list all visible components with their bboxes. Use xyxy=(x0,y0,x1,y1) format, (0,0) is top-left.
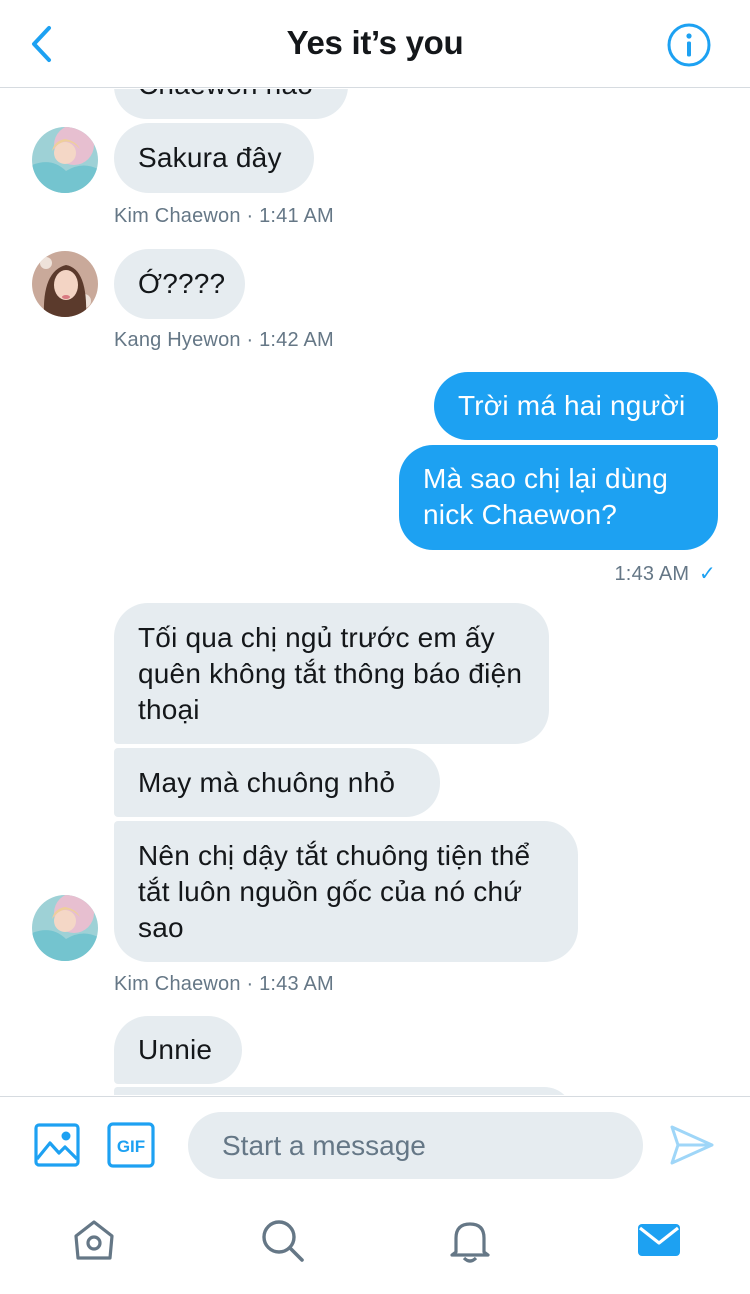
home-icon xyxy=(74,1220,114,1260)
message-text: Tối qua chị ngủ trước em ấy quên không t… xyxy=(138,622,523,725)
add-photo-button[interactable] xyxy=(33,1121,83,1171)
message-list[interactable]: Chaewon nào Sakura đây Kim Chaewon · 1:4… xyxy=(0,89,750,1095)
message-input[interactable] xyxy=(188,1112,643,1179)
message-composer: GIF xyxy=(0,1096,750,1196)
message-meta: Kang Hyewon · 1:42 AM xyxy=(114,329,334,351)
info-icon xyxy=(667,23,711,67)
tab-search[interactable] xyxy=(258,1216,306,1264)
message-text: Mà sao chị lại dùng nick Chaewon? xyxy=(423,463,669,530)
message-bubble[interactable]: May mà chuông nhỏ xyxy=(114,748,440,817)
message-bubble[interactable]: Tối qua chị ngủ trước em ấy quên không t… xyxy=(114,603,549,744)
avatar-image xyxy=(32,251,98,317)
avatar-image xyxy=(32,895,98,961)
avatar-image xyxy=(32,127,98,193)
mail-icon xyxy=(638,1224,680,1256)
message-bubble[interactable]: Unnie xyxy=(114,1016,242,1084)
gif-icon: GIF xyxy=(107,1122,155,1168)
tab-notifications[interactable] xyxy=(446,1216,494,1264)
tab-messages[interactable] xyxy=(634,1216,682,1264)
message-text: May mà chuông nhỏ xyxy=(138,767,396,798)
message-text: Trời má hai người xyxy=(458,390,686,421)
message-text: Chaewon nào xyxy=(138,89,313,100)
sent-check-icon: ✓ xyxy=(699,563,716,585)
send-icon xyxy=(670,1125,714,1165)
message-bubble[interactable]: Trời má hai người xyxy=(434,372,718,440)
conversation-title: Yes it’s you xyxy=(286,24,464,61)
message-bubble[interactable]: Mà sao chị lại dùng nick Chaewon? xyxy=(399,445,718,550)
info-button[interactable] xyxy=(666,22,712,68)
search-icon xyxy=(262,1220,304,1262)
image-icon xyxy=(34,1123,80,1167)
message-bubble[interactable]: Ớ???? xyxy=(114,249,245,319)
message-meta: Kim Chaewon · 1:41 AM xyxy=(114,205,334,227)
message-bubble[interactable]: Sakura đây xyxy=(114,123,314,193)
message-meta: Kim Chaewon · 1:43 AM xyxy=(114,973,334,995)
send-button[interactable] xyxy=(668,1121,718,1171)
message-text: Ớ???? xyxy=(138,268,226,299)
avatar-kim-chaewon[interactable] xyxy=(32,895,98,961)
conversation-header: Yes it’s you xyxy=(0,0,750,88)
message-bubble[interactable]: Nên chị dậy tắt chuông tiện thể tắt luôn… xyxy=(114,821,578,962)
message-meta: 1:43 AM ✓ xyxy=(614,561,716,586)
message-bubble[interactable]: Chaewon nào xyxy=(114,89,348,119)
message-time: 1:43 AM xyxy=(614,563,690,585)
bell-icon xyxy=(450,1222,490,1263)
add-gif-button[interactable]: GIF xyxy=(107,1121,157,1171)
message-bubble-partial[interactable] xyxy=(114,1087,574,1095)
message-text: Sakura đây xyxy=(138,142,282,173)
svg-text:GIF: GIF xyxy=(117,1137,145,1156)
message-text: Unnie xyxy=(138,1034,213,1065)
message-text: Nên chị dậy tắt chuông tiện thể tắt luôn… xyxy=(138,840,531,943)
avatar-kang-hyewon[interactable] xyxy=(32,251,98,317)
avatar-kim-chaewon[interactable] xyxy=(32,127,98,193)
tab-home[interactable] xyxy=(70,1216,118,1264)
bottom-tab-bar xyxy=(0,1196,750,1294)
